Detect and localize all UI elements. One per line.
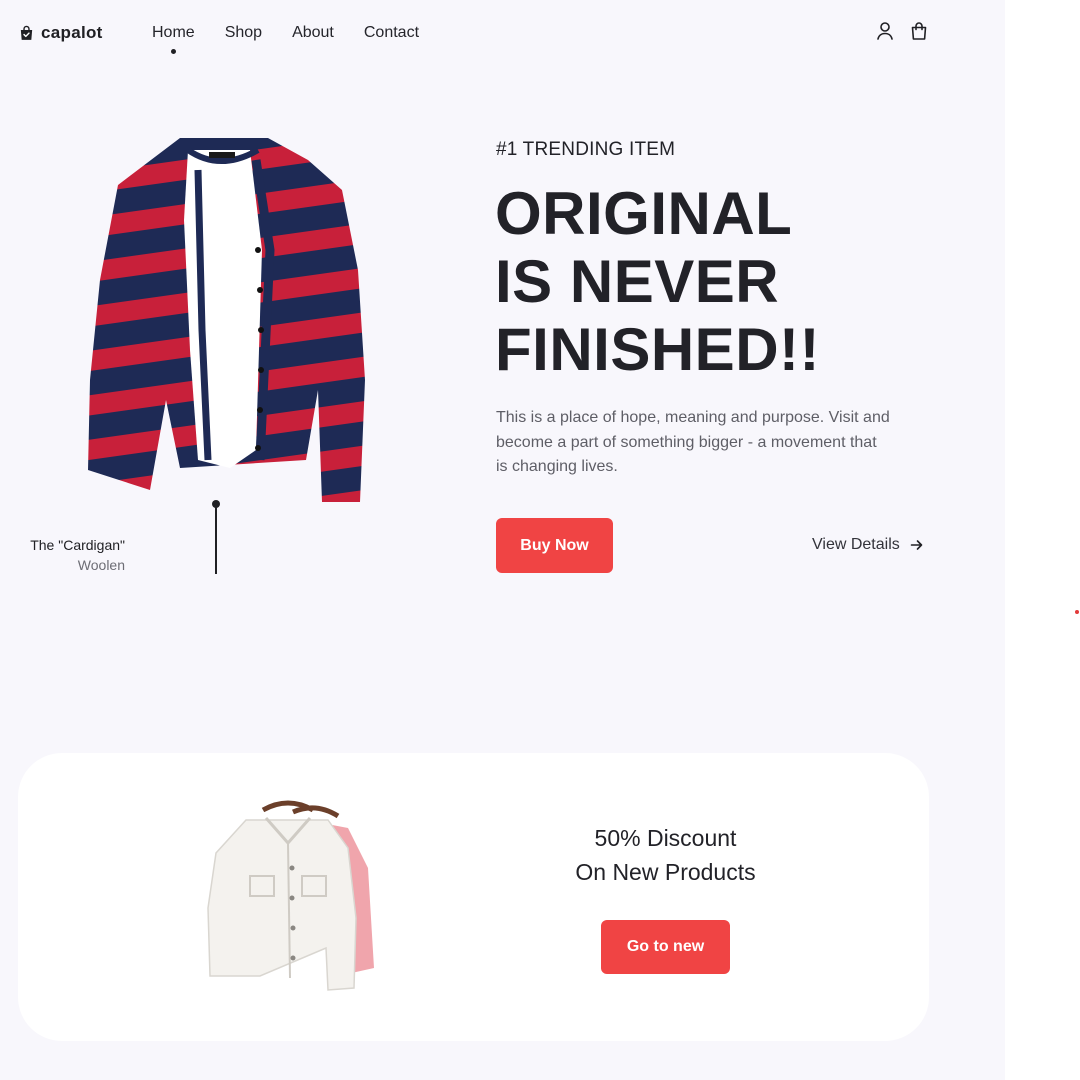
buy-now-button[interactable]: Buy Now xyxy=(496,518,613,573)
main-nav: Home Shop About Contact xyxy=(152,24,419,54)
shopping-bag-icon[interactable] xyxy=(910,21,928,41)
hero-eyebrow: #1 TRENDING ITEM xyxy=(496,139,676,160)
hero-description: This is a place of hope, meaning and pur… xyxy=(496,409,890,475)
product-pointer-line xyxy=(215,506,217,574)
nav-item-contact[interactable]: Contact xyxy=(364,24,419,42)
headline-line: IS NEVER xyxy=(495,248,780,315)
denim-jackets-image xyxy=(207,800,374,991)
view-details-label: View Details xyxy=(812,536,900,553)
nav-item-shop[interactable]: Shop xyxy=(225,24,262,42)
brand-name: capalot xyxy=(41,23,103,42)
product-name: The "Cardigan" xyxy=(30,537,125,553)
headline-line: ORIGINAL xyxy=(495,180,793,247)
product-caption: The "Cardigan" Woolen xyxy=(30,535,125,575)
promo-title: 50% Discount On New Products xyxy=(518,821,813,889)
view-details-link[interactable]: View Details xyxy=(812,536,924,554)
promo-title-line: On New Products xyxy=(575,859,756,885)
shopping-bag-check-icon xyxy=(20,25,33,40)
stray-dot xyxy=(1075,610,1079,614)
nav-item-about[interactable]: About xyxy=(292,24,334,42)
promo-title-line: 50% Discount xyxy=(594,825,737,851)
nav-actions xyxy=(876,21,928,41)
go-to-new-button[interactable]: Go to new xyxy=(601,920,730,974)
page: capalot Home Shop About Contact The "Car… xyxy=(0,0,1005,1080)
arrow-right-icon xyxy=(910,540,923,550)
brand-logo[interactable]: capalot xyxy=(18,23,103,43)
nav-item-home[interactable]: Home xyxy=(152,24,195,54)
user-icon[interactable] xyxy=(876,21,894,41)
product-material: Woolen xyxy=(77,557,125,573)
striped-cardigan-image xyxy=(88,138,365,502)
promo-card: 50% Discount On New Products Go to new xyxy=(18,753,929,1041)
hero-headline: ORIGINAL IS NEVER FINISHED!! xyxy=(495,180,820,384)
headline-line: FINISHED!! xyxy=(495,316,820,383)
